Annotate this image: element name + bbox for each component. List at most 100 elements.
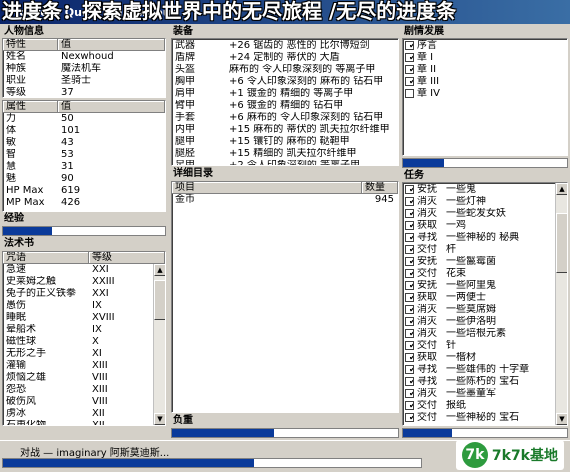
quest-item[interactable]: ✔安抚一些鬼 bbox=[403, 184, 555, 196]
plot-item[interactable]: ✔章 I bbox=[403, 52, 567, 64]
quest-item[interactable]: ✔交付报纸 bbox=[403, 400, 555, 412]
checkbox-checked-icon[interactable]: ✔ bbox=[405, 269, 414, 278]
quests-scrollbar[interactable]: ▲ ▼ bbox=[555, 183, 567, 425]
equipment-row[interactable]: 胸甲 +6 令人印象深刻的 麻布的 钻石甲 bbox=[172, 76, 398, 88]
qty-col-header[interactable]: 数量 bbox=[362, 182, 398, 193]
trait-col-header[interactable]: 特性 bbox=[3, 39, 58, 50]
equipment-slot: 手套 bbox=[175, 112, 195, 123]
checkbox-checked-icon[interactable]: ✔ bbox=[405, 257, 414, 266]
stat-col-header[interactable]: 属性 bbox=[3, 101, 58, 112]
checkbox-checked-icon[interactable]: ✔ bbox=[405, 305, 414, 314]
spell-row[interactable]: 灌输 XIII bbox=[3, 360, 153, 372]
quest-item[interactable]: ✔交付花束 bbox=[403, 268, 555, 280]
checkbox-checked-icon[interactable]: ✔ bbox=[405, 221, 414, 230]
equipment-slot: 武器 bbox=[175, 40, 195, 51]
quest-item[interactable]: ✔获取一鸡 bbox=[403, 220, 555, 232]
quest-item[interactable]: ✔消灭一些伊洛明 bbox=[403, 316, 555, 328]
checkbox-checked-icon[interactable]: ✔ bbox=[405, 233, 414, 242]
equipment-table: 武器 +26 锯齿的 恶性的 比尔博短剑 盾牌 +24 定制的 蒂伏的 大盾 头盔 麻布的… bbox=[171, 38, 399, 166]
spells-scrollbar[interactable]: ▲ ▼ bbox=[153, 264, 165, 425]
equipment-row[interactable]: 臂甲 +6 镀金的 精细的 钻石甲 bbox=[172, 100, 398, 112]
stat-value: 101 bbox=[61, 125, 81, 136]
quest-item[interactable]: ✔安抚一些鬣霉菌 bbox=[403, 256, 555, 268]
equipment-row[interactable]: 武器 +26 锯齿的 恶性的 比尔博短剑 bbox=[172, 40, 398, 52]
spell-row[interactable]: 愚伤 IX bbox=[3, 300, 153, 312]
spell-row[interactable]: 急速 XXI bbox=[3, 264, 153, 276]
scroll-thumb[interactable] bbox=[154, 280, 165, 320]
quest-item[interactable]: ✔安抚一些阿里鬼 bbox=[403, 280, 555, 292]
spell-row[interactable]: 石更化物 XII bbox=[3, 420, 153, 425]
quest-item[interactable]: ✔消灭一些灯神 bbox=[403, 196, 555, 208]
spell-name-col-header[interactable]: 咒语 bbox=[3, 252, 89, 263]
trait-row: 职业 圣骑士 bbox=[3, 75, 165, 87]
equipment-row[interactable]: 头盔 麻布的 令人印象深刻的 等离子甲 bbox=[172, 64, 398, 76]
stat-value-col-header[interactable]: 值 bbox=[58, 101, 165, 112]
spell-row[interactable]: 睡眠 XVIII bbox=[3, 312, 153, 324]
checkbox-checked-icon[interactable]: ✔ bbox=[405, 365, 414, 374]
checkbox-checked-icon[interactable]: ✔ bbox=[405, 341, 414, 350]
checkbox-checked-icon[interactable]: ✔ bbox=[405, 41, 414, 50]
quest-item[interactable]: ✔消灭一些莫席姆 bbox=[403, 304, 555, 316]
checkbox-checked-icon[interactable]: ✔ bbox=[405, 329, 414, 338]
equipment-row[interactable]: 盾牌 +24 定制的 蒂伏的 大盾 bbox=[172, 52, 398, 64]
quest-item[interactable]: ✔交付一些神秘的 宝石 bbox=[403, 412, 555, 424]
scroll-down-icon[interactable]: ▼ bbox=[154, 413, 165, 425]
quest-scroll-thumb[interactable] bbox=[556, 213, 567, 273]
checkbox-checked-icon[interactable]: ✔ bbox=[405, 377, 414, 386]
checkbox-checked-icon[interactable]: ✔ bbox=[405, 317, 414, 326]
spell-row[interactable]: 无形之手 XI bbox=[3, 348, 153, 360]
quest-item[interactable]: ✔交付针 bbox=[403, 340, 555, 352]
quest-item[interactable]: ✔消灭一些蛇发女妖 bbox=[403, 208, 555, 220]
checkbox-checked-icon[interactable]: ✔ bbox=[405, 209, 414, 218]
checkbox-checked-icon[interactable]: ✔ bbox=[405, 353, 414, 362]
spell-row[interactable]: 怨恐 XIII bbox=[3, 384, 153, 396]
quest-item[interactable]: ✔交付杆 bbox=[403, 244, 555, 256]
checkbox-checked-icon[interactable]: ✔ bbox=[405, 197, 414, 206]
checkbox-checked-icon[interactable]: ✔ bbox=[405, 281, 414, 290]
plot-item[interactable]: ✔章 III bbox=[403, 76, 567, 88]
plot-item[interactable]: ✔序言 bbox=[403, 40, 567, 52]
item-col-header[interactable]: 项目 bbox=[172, 182, 362, 193]
plot-item[interactable]: 章 IV bbox=[403, 88, 567, 100]
quest-item[interactable]: ✔寻找一些雄伟的 十字章 bbox=[403, 364, 555, 376]
quest-target: 杆 bbox=[446, 244, 456, 255]
spell-row[interactable]: 磁性球 X bbox=[3, 336, 153, 348]
spell-row[interactable]: 虏冰 XII bbox=[3, 408, 153, 420]
value-col-header[interactable]: 值 bbox=[58, 39, 165, 50]
spell-name: 晕船术 bbox=[6, 324, 36, 335]
equipment-row[interactable]: 腿甲 +15 镶钉的 麻布的 鞑靼甲 bbox=[172, 136, 398, 148]
spell-level-col-header[interactable]: 等级 bbox=[89, 252, 165, 263]
quest-item[interactable]: ✔寻找一些神秘的 秘典 bbox=[403, 232, 555, 244]
equipment-row[interactable]: 肩甲 +1 镀金的 精细的 等离子甲 bbox=[172, 88, 398, 100]
equipment-row[interactable]: 腿胫 +15 精细的 凯夫拉尔纤维甲 bbox=[172, 148, 398, 160]
plot-item[interactable]: ✔章 II bbox=[403, 64, 567, 76]
checkbox-empty-icon[interactable] bbox=[405, 89, 414, 98]
quest-scroll-up-icon[interactable]: ▲ bbox=[556, 183, 567, 195]
spell-row[interactable]: 破伤风 VIII bbox=[3, 396, 153, 408]
quest-scroll-down-icon[interactable]: ▼ bbox=[556, 413, 567, 425]
equipment-row[interactable]: 内甲 +15 麻布的 蒂伏的 凯夫拉尔纤维甲 bbox=[172, 124, 398, 136]
quest-item[interactable]: ✔消灭一些培根元素 bbox=[403, 328, 555, 340]
equipment-row[interactable]: 足甲 +2 令人印象深刻的 等离子甲 bbox=[172, 160, 398, 165]
scroll-up-icon[interactable]: ▲ bbox=[154, 264, 165, 276]
checkbox-checked-icon[interactable]: ✔ bbox=[405, 77, 414, 86]
spell-row[interactable]: 晕船术 IX bbox=[3, 324, 153, 336]
spell-row[interactable]: 兔子的正义铁拳 XXI bbox=[3, 288, 153, 300]
quest-item[interactable]: ✔消灭一些墨童军 bbox=[403, 388, 555, 400]
equipment-row[interactable]: 手套 +6 麻布的 令人印象深刻的 钻石甲 bbox=[172, 112, 398, 124]
quest-item[interactable]: ✔获取一两便士 bbox=[403, 292, 555, 304]
checkbox-checked-icon[interactable]: ✔ bbox=[405, 401, 414, 410]
traits-table: 特性 值 姓名 Nexwhoud 种族 魔法机车 职业 圣骑士 等级 37 bbox=[2, 38, 166, 98]
quest-item[interactable]: ✔寻找一些陈朽的 宝石 bbox=[403, 376, 555, 388]
quest-item[interactable]: ✔获取一楷材 bbox=[403, 352, 555, 364]
checkbox-checked-icon[interactable]: ✔ bbox=[405, 293, 414, 302]
checkbox-checked-icon[interactable]: ✔ bbox=[405, 389, 414, 398]
checkbox-checked-icon[interactable]: ✔ bbox=[405, 245, 414, 254]
spell-row[interactable]: 烦恼之雄 VIII bbox=[3, 372, 153, 384]
checkbox-checked-icon[interactable]: ✔ bbox=[405, 185, 414, 194]
inventory-row[interactable]: 金币 945 bbox=[172, 194, 398, 206]
spell-row[interactable]: 史莱姆之触 XXIII bbox=[3, 276, 153, 288]
checkbox-checked-icon[interactable]: ✔ bbox=[405, 413, 414, 422]
checkbox-checked-icon[interactable]: ✔ bbox=[405, 53, 414, 62]
checkbox-checked-icon[interactable]: ✔ bbox=[405, 65, 414, 74]
